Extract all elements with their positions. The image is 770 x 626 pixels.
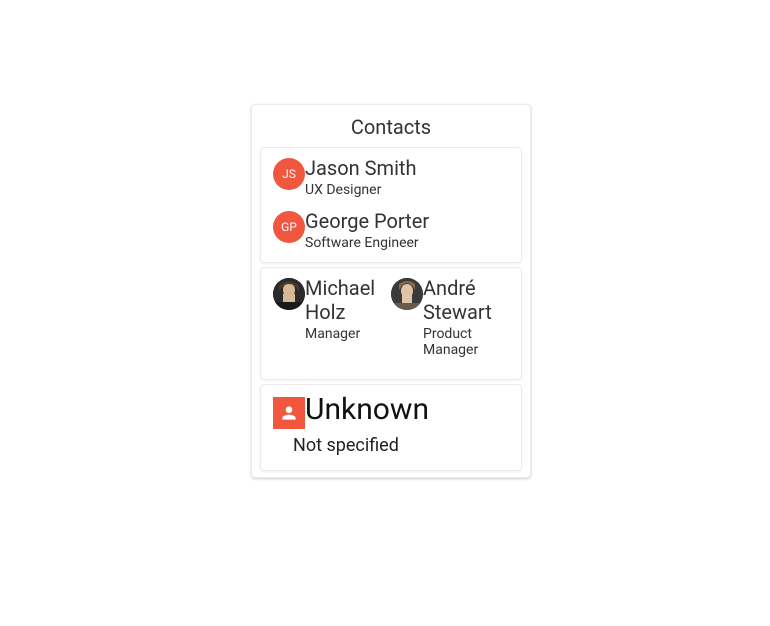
- contact-card: Unknown Not specified: [260, 384, 522, 471]
- panel-title: Contacts: [252, 105, 530, 147]
- contact-entry[interactable]: Michael Holz Manager: [273, 276, 391, 360]
- contact-role: Not specified: [293, 435, 521, 456]
- person-icon: [273, 397, 305, 429]
- contact-name: André Stewart: [423, 276, 509, 324]
- avatar-photo: [273, 278, 305, 310]
- contact-entry[interactable]: JS Jason Smith UX Designer: [273, 156, 509, 199]
- contact-role: Software Engineer: [305, 235, 429, 252]
- contact-role: Manager: [305, 326, 391, 343]
- contact-card: JS Jason Smith UX Designer GP George Por…: [260, 147, 522, 263]
- contacts-panel: Contacts JS Jason Smith UX Designer GP G…: [251, 104, 531, 478]
- avatar-photo: [391, 278, 423, 310]
- contact-name: George Porter: [305, 209, 429, 233]
- contact-name: Unknown: [305, 393, 429, 428]
- contact-name: Michael Holz: [305, 276, 391, 324]
- avatar-initials: JS: [273, 158, 305, 190]
- contact-role: Product Manager: [423, 326, 509, 360]
- contact-entry[interactable]: GP George Porter Software Engineer: [273, 209, 509, 252]
- contact-entry[interactable]: Unknown: [261, 385, 521, 429]
- avatar-initials: GP: [273, 211, 305, 243]
- contact-card: Michael Holz Manager André Stewart: [260, 267, 522, 381]
- contact-role: UX Designer: [305, 182, 416, 199]
- contact-entry[interactable]: André Stewart Product Manager: [391, 276, 509, 360]
- contact-name: Jason Smith: [305, 156, 416, 180]
